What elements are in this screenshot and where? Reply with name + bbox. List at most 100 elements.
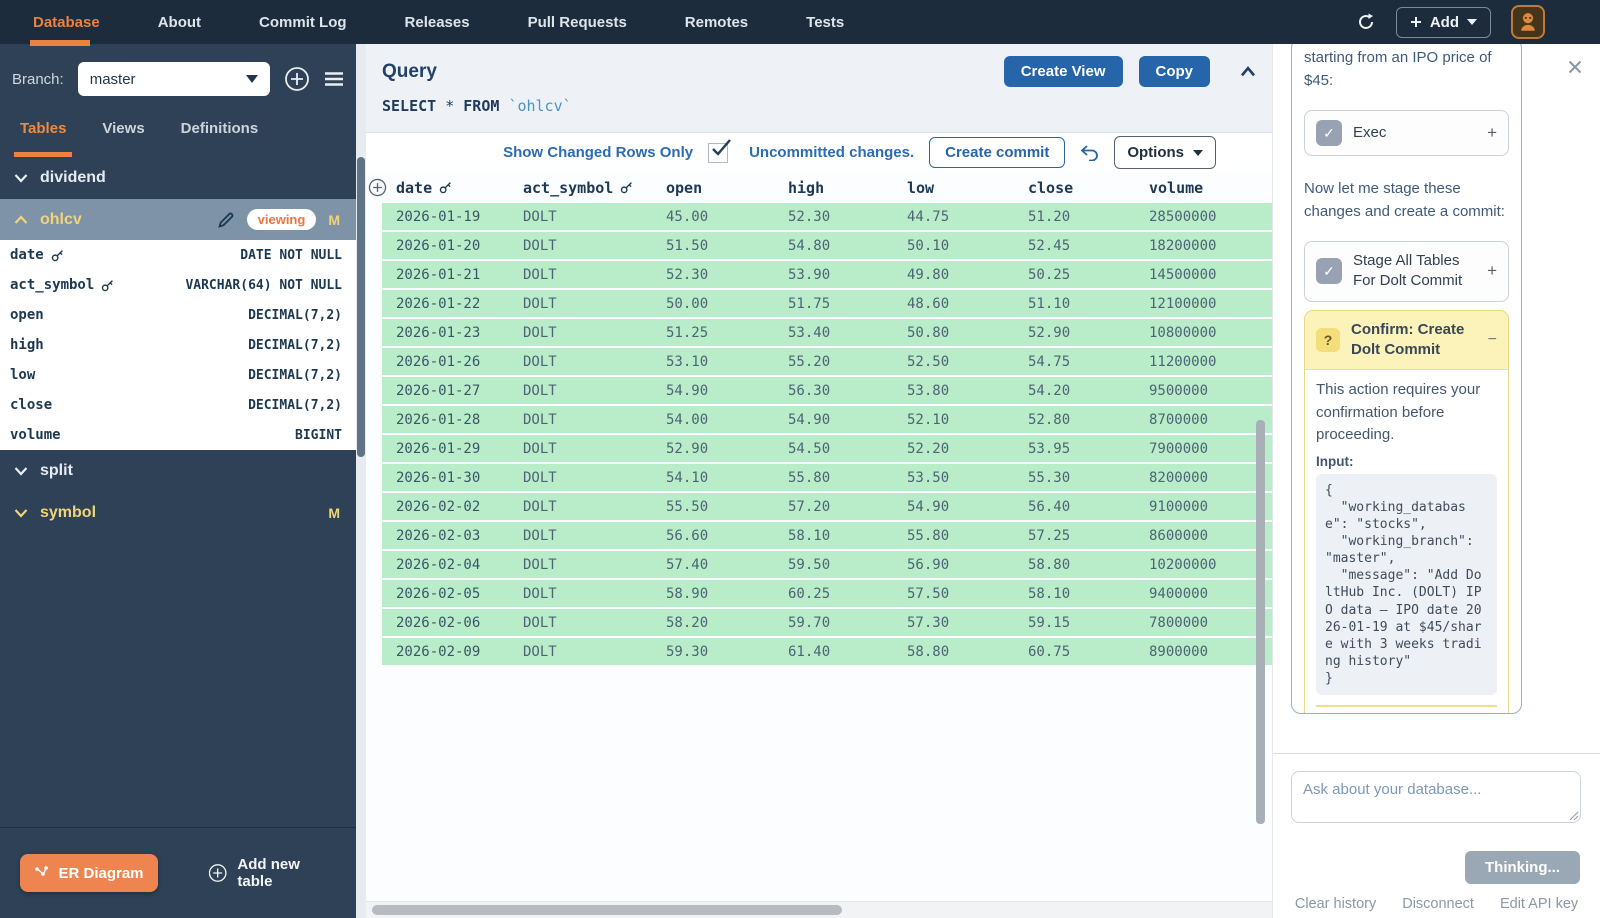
table-cell[interactable]: 57.40 <box>666 557 788 573</box>
table-cell[interactable]: 18200000 <box>1149 238 1236 254</box>
table-cell[interactable]: 9100000 <box>1149 499 1236 515</box>
table-cell[interactable]: 2026-01-21 <box>396 267 523 283</box>
column-row[interactable]: openDECIMAL(7,2) <box>0 300 356 330</box>
column-header-date[interactable]: date <box>396 179 523 197</box>
table-cell[interactable]: 2026-01-26 <box>396 354 523 370</box>
table-cell[interactable]: 48.60 <box>907 296 1028 312</box>
table-cell[interactable]: 11200000 <box>1149 354 1236 370</box>
table-cell[interactable]: 57.50 <box>907 586 1028 602</box>
table-cell[interactable]: 54.10 <box>666 470 788 486</box>
table-cell[interactable]: 28500000 <box>1149 209 1236 225</box>
table-cell[interactable]: 8900000 <box>1149 644 1236 660</box>
horizontal-scrollbar[interactable] <box>366 901 1272 918</box>
create-commit-button[interactable]: Create commit <box>929 137 1065 168</box>
add-row-icon[interactable] <box>368 178 387 197</box>
show-changed-rows-checkbox[interactable] <box>708 143 728 163</box>
table-cell[interactable]: 53.50 <box>907 470 1028 486</box>
table-cell[interactable]: 2026-02-09 <box>396 644 523 660</box>
options-button[interactable]: Options <box>1114 136 1216 169</box>
tool-call-exec[interactable]: ✓ Exec + <box>1304 110 1509 156</box>
table-cell[interactable]: 2026-01-22 <box>396 296 523 312</box>
table-cell[interactable]: 54.90 <box>907 499 1028 515</box>
table-cell[interactable]: 52.80 <box>1028 412 1149 428</box>
refresh-icon[interactable] <box>1356 12 1376 32</box>
table-cell[interactable]: 8200000 <box>1149 470 1236 486</box>
table-cell[interactable]: 57.20 <box>788 499 907 515</box>
nav-tab-about[interactable]: About <box>158 14 201 31</box>
table-cell[interactable]: 2026-02-04 <box>396 557 523 573</box>
table-cell[interactable]: 58.20 <box>666 615 788 631</box>
sidebar-table-symbol[interactable]: symbol M <box>0 492 356 534</box>
table-cell[interactable]: 50.80 <box>907 325 1028 341</box>
table-cell[interactable]: 2026-02-05 <box>396 586 523 602</box>
table-cell[interactable]: 44.75 <box>907 209 1028 225</box>
column-row[interactable]: closeDECIMAL(7,2) <box>0 390 356 420</box>
create-view-button[interactable]: Create View <box>1004 56 1123 87</box>
nav-tab-tests[interactable]: Tests <box>806 14 844 31</box>
clear-history-link[interactable]: Clear history <box>1295 896 1376 912</box>
table-cell[interactable]: 9500000 <box>1149 383 1236 399</box>
sidebar-table-dividend[interactable]: dividend <box>0 157 356 199</box>
vertical-scrollbar-thumb[interactable] <box>1256 420 1265 824</box>
nav-tab-remotes[interactable]: Remotes <box>685 14 748 31</box>
table-cell[interactable]: 56.30 <box>788 383 907 399</box>
table-cell[interactable]: 52.50 <box>907 354 1028 370</box>
column-row[interactable]: dateDATE NOT NULL <box>0 240 356 270</box>
column-row[interactable]: volumeBIGINT <box>0 420 356 450</box>
table-cell[interactable]: 8700000 <box>1149 412 1236 428</box>
table-cell[interactable]: 59.30 <box>666 644 788 660</box>
er-diagram-button[interactable]: ER Diagram <box>20 854 158 892</box>
table-cell[interactable]: 52.10 <box>907 412 1028 428</box>
table-cell[interactable]: DOLT <box>523 267 666 283</box>
collapse-query-chevron-up-icon[interactable] <box>1240 66 1256 77</box>
copy-button[interactable]: Copy <box>1139 56 1211 87</box>
column-header-high[interactable]: high <box>788 179 907 197</box>
column-row[interactable]: act_symbolVARCHAR(64) NOT NULL <box>0 270 356 300</box>
user-avatar[interactable] <box>1511 5 1545 39</box>
table-cell[interactable]: 59.15 <box>1028 615 1149 631</box>
table-cell[interactable]: 12100000 <box>1149 296 1236 312</box>
table-cell[interactable]: 58.80 <box>907 644 1028 660</box>
table-cell[interactable]: 10200000 <box>1149 557 1236 573</box>
sidebar-scrollbar[interactable] <box>356 44 366 918</box>
table-cell[interactable]: 55.80 <box>907 528 1028 544</box>
table-cell[interactable]: 7800000 <box>1149 615 1236 631</box>
table-cell[interactable]: DOLT <box>523 528 666 544</box>
table-cell[interactable]: 2026-01-29 <box>396 441 523 457</box>
table-cell[interactable]: 56.90 <box>907 557 1028 573</box>
table-cell[interactable]: 57.30 <box>907 615 1028 631</box>
table-cell[interactable]: DOLT <box>523 557 666 573</box>
table-cell[interactable]: 51.75 <box>788 296 907 312</box>
table-cell[interactable]: 54.20 <box>1028 383 1149 399</box>
table-cell[interactable]: 51.50 <box>666 238 788 254</box>
sql-editor[interactable]: SELECT * FROM `ohlcv` <box>366 89 1272 123</box>
edit-api-key-link[interactable]: Edit API key <box>1500 896 1578 912</box>
nav-tab-releases[interactable]: Releases <box>405 14 470 31</box>
nav-tab-pull-requests[interactable]: Pull Requests <box>528 14 627 31</box>
table-cell[interactable]: 2026-01-30 <box>396 470 523 486</box>
table-cell[interactable]: 52.90 <box>666 441 788 457</box>
column-row[interactable]: lowDECIMAL(7,2) <box>0 360 356 390</box>
table-cell[interactable]: DOLT <box>523 209 666 225</box>
table-cell[interactable]: DOLT <box>523 644 666 660</box>
add-button[interactable]: Add <box>1396 7 1491 38</box>
table-cell[interactable]: 57.25 <box>1028 528 1149 544</box>
table-cell[interactable]: 60.25 <box>788 586 907 602</box>
table-cell[interactable]: 2026-01-19 <box>396 209 523 225</box>
table-cell[interactable]: 53.95 <box>1028 441 1149 457</box>
disconnect-link[interactable]: Disconnect <box>1402 896 1474 912</box>
collapse-minus-icon[interactable]: − <box>1488 331 1497 349</box>
table-cell[interactable]: 54.80 <box>788 238 907 254</box>
column-header-open[interactable]: open <box>666 179 788 197</box>
tool-call-stage-tables[interactable]: ✓ Stage All Tables For Dolt Commit + <box>1304 241 1509 302</box>
table-cell[interactable]: 50.25 <box>1028 267 1149 283</box>
confirmation-card-header[interactable]: ? Confirm: Create Dolt Commit − <box>1305 311 1508 370</box>
table-cell[interactable]: DOLT <box>523 296 666 312</box>
horizontal-scrollbar-thumb[interactable] <box>372 905 842 915</box>
table-cell[interactable]: 7900000 <box>1149 441 1236 457</box>
table-cell[interactable]: 52.45 <box>1028 238 1149 254</box>
table-cell[interactable]: 45.00 <box>666 209 788 225</box>
table-cell[interactable]: 51.20 <box>1028 209 1149 225</box>
nav-tab-database[interactable]: Database <box>33 14 100 31</box>
table-cell[interactable]: 55.30 <box>1028 470 1149 486</box>
